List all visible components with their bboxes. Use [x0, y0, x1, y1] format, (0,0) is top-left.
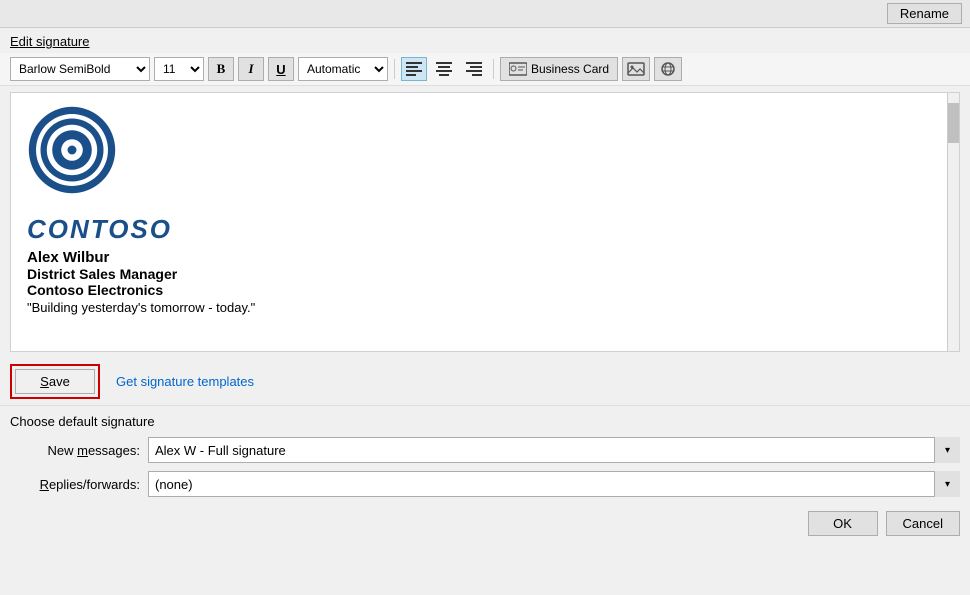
underline-button[interactable]: U	[268, 57, 294, 81]
save-area: Save Get signature templates	[0, 358, 970, 405]
align-right-icon	[466, 62, 482, 76]
business-card-icon	[509, 62, 527, 76]
signature-editor[interactable]: CONTOSO Alex Wilbur District Sales Manag…	[10, 92, 960, 352]
contoso-logo	[27, 105, 943, 204]
signature-quote: "Building yesterday's tomorrow - today."	[27, 300, 943, 315]
font-family-select[interactable]: Barlow SemiBold	[10, 57, 150, 81]
signature-title: District Sales Manager	[27, 266, 943, 282]
save-button[interactable]: Save	[15, 369, 95, 394]
signature-company: Contoso Electronics	[27, 282, 943, 298]
font-color-select[interactable]: Automatic	[298, 57, 388, 81]
new-messages-label: New messages:	[10, 443, 140, 458]
replies-row: Replies/forwards: (none) ▾	[0, 467, 970, 501]
choose-default-section: Choose default signature	[0, 405, 970, 433]
italic-button[interactable]: I	[238, 57, 264, 81]
edit-signature-section: Edit signature	[0, 28, 970, 53]
replies-label: Replies/forwards:	[10, 477, 140, 492]
separator-1	[394, 59, 395, 79]
contoso-brand-text: CONTOSO	[27, 214, 943, 245]
separator-2	[493, 59, 494, 79]
top-bar: Rename	[0, 0, 970, 28]
insert-picture-icon	[627, 61, 645, 77]
business-card-button[interactable]: Business Card	[500, 57, 618, 81]
align-center-icon	[436, 62, 452, 76]
align-right-button[interactable]	[461, 57, 487, 81]
get-templates-link[interactable]: Get signature templates	[116, 374, 254, 389]
contoso-circle-logo	[27, 105, 117, 195]
save-button-highlight: Save	[10, 364, 100, 399]
formatting-toolbar: Barlow SemiBold 11 B I U Automatic	[0, 53, 970, 86]
cancel-button[interactable]: Cancel	[886, 511, 960, 536]
insert-picture-button[interactable]	[622, 57, 650, 81]
ok-button[interactable]: OK	[808, 511, 878, 536]
edit-signature-label: Edit signature	[10, 34, 90, 49]
replies-select[interactable]: (none)	[148, 471, 960, 497]
signature-name: Alex Wilbur	[27, 249, 943, 266]
choose-default-label: Choose default signature	[10, 414, 155, 429]
align-left-icon	[406, 62, 422, 76]
bold-button[interactable]: B	[208, 57, 234, 81]
new-messages-select-wrapper: Alex W - Full signature ▾	[148, 437, 960, 463]
align-center-button[interactable]	[431, 57, 457, 81]
replies-select-wrapper: (none) ▾	[148, 471, 960, 497]
new-messages-select[interactable]: Alex W - Full signature	[148, 437, 960, 463]
insert-hyperlink-button[interactable]	[654, 57, 682, 81]
align-left-button[interactable]	[401, 57, 427, 81]
bottom-bar: OK Cancel	[0, 505, 970, 542]
business-card-label: Business Card	[531, 62, 609, 76]
new-messages-row: New messages: Alex W - Full signature ▾	[0, 433, 970, 467]
font-size-select[interactable]: 11	[154, 57, 204, 81]
rename-button[interactable]: Rename	[887, 3, 962, 24]
editor-scrollbar[interactable]	[947, 93, 959, 351]
scrollbar-thumb[interactable]	[948, 103, 959, 143]
insert-hyperlink-icon	[659, 61, 677, 77]
